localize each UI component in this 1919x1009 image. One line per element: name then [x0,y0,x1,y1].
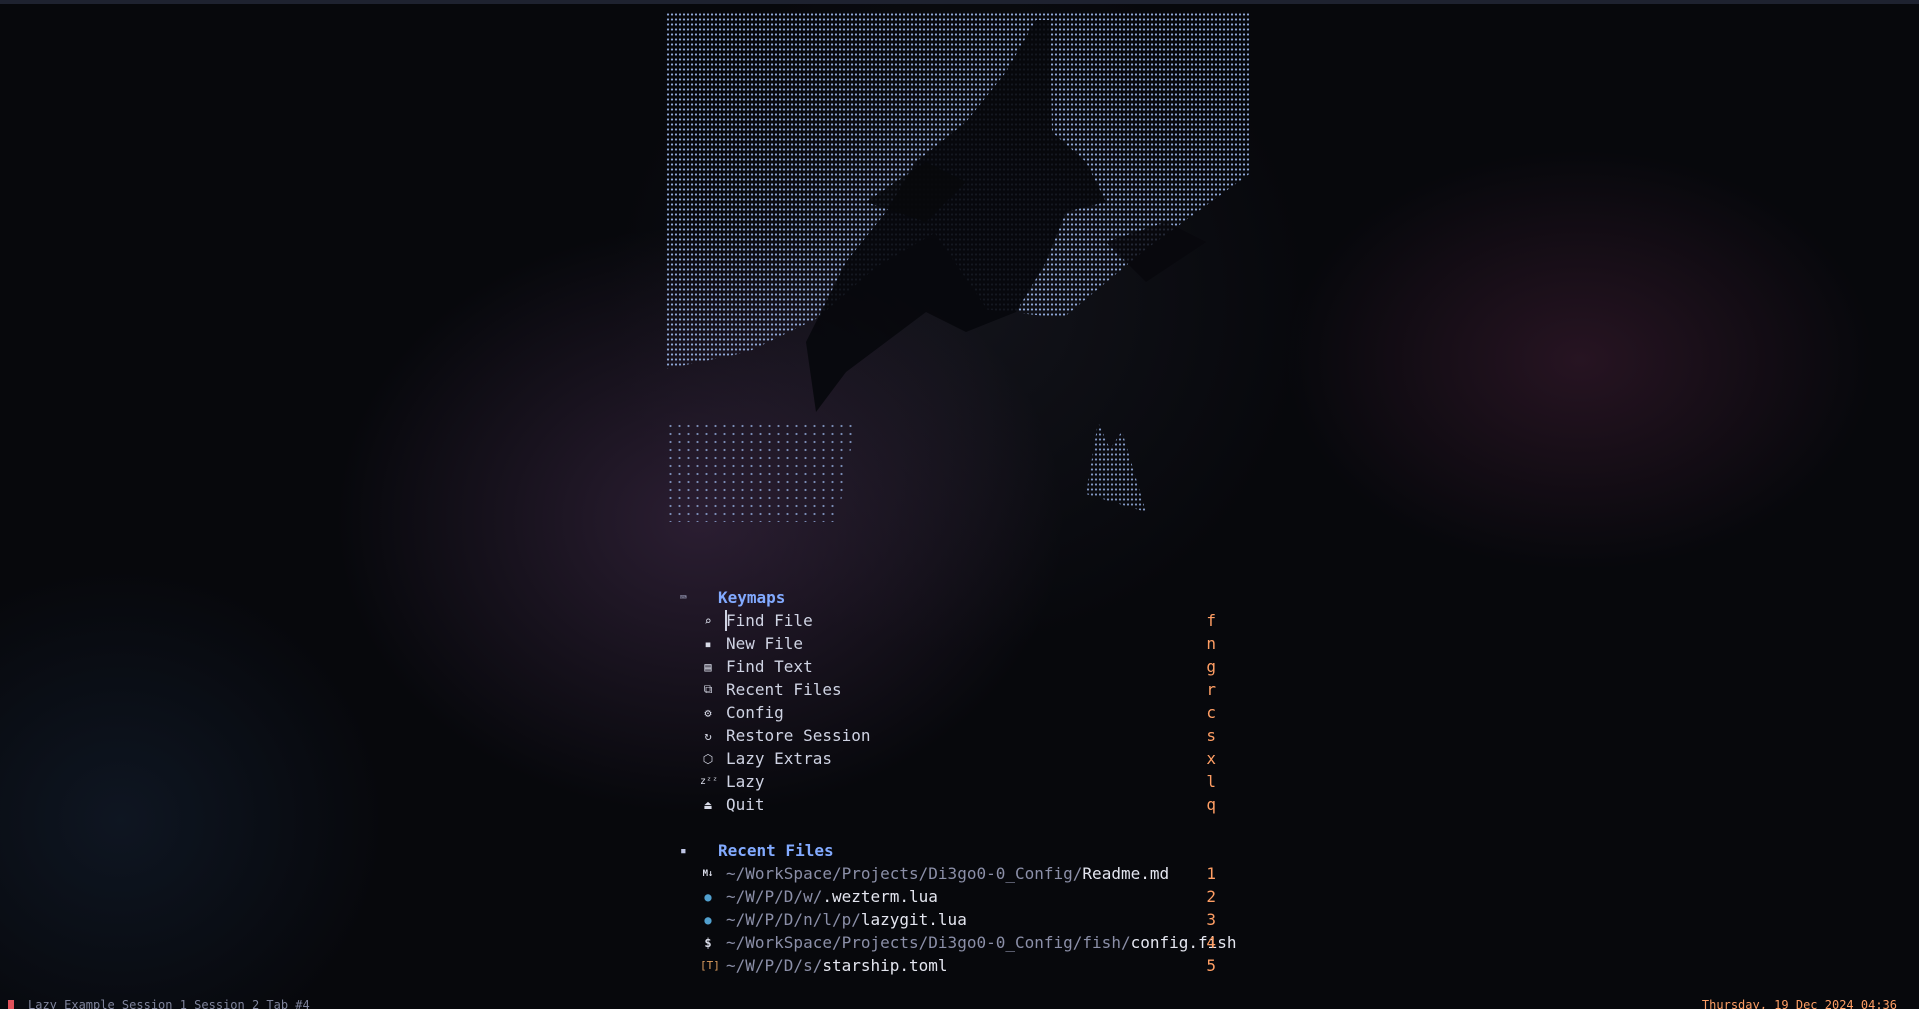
keymap-label: Config [726,703,784,722]
keymap-label: Restore Session [726,726,871,745]
recent-file-shortcut: 2 [1206,887,1216,906]
keymap-find-text[interactable]: ▤ Find Text g [700,655,1240,678]
keymap-shortcut: c [1206,703,1216,722]
box-icon: ⬡ [702,751,714,766]
recent-file-shortcut: 3 [1206,910,1216,929]
keymap-label: New File [726,634,804,653]
restore-icon: ↻ [704,728,712,743]
markdown-icon: M↓ [702,868,714,879]
text-icon: ▤ [704,659,712,674]
keymap-label: Recent Files [726,680,842,699]
keymap-shortcut: l [1206,772,1216,791]
toml-icon: [T] [700,959,720,972]
keymap-recent-files[interactable]: ⧉ Recent Files r [700,678,1240,701]
recent-files-title: Recent Files [718,841,834,860]
window-top-border [0,0,1919,4]
keymap-restore-session[interactable]: ↻ Restore Session s [700,724,1240,747]
recent-file-path: ~/W/P/D/n/l/p/lazygit.lua [726,910,967,929]
recent-file-3[interactable]: ● ~/W/P/D/n/l/p/lazygit.lua 3 [700,908,1240,931]
recent-file-path: ~/W/P/D/s/starship.toml [726,956,948,975]
recent-icon: ⧉ [703,682,713,696]
shell-icon: $ [704,935,712,950]
keymap-find-file[interactable]: ⌕ Find File f [700,609,1240,632]
file-icon: ▪ [704,636,712,651]
keymap-label: Quit [726,795,765,814]
keymap-shortcut: s [1206,726,1216,745]
keymap-shortcut: r [1206,680,1216,699]
keymaps-header: ⌨ Keymaps [680,586,785,609]
quit-icon: ⏏ [704,797,712,812]
ascii-art-header [666,12,1250,522]
keymap-lazy-extras[interactable]: ⬡ Lazy Extras x [700,747,1240,770]
keymap-shortcut: n [1206,634,1216,653]
keymap-label: Find Text [726,657,813,676]
recent-file-shortcut: 1 [1206,864,1216,883]
recent-file-2[interactable]: ● ~/W/P/D/w/.wezterm.lua 2 [700,885,1240,908]
keymap-lazy[interactable]: zᶻᶻ Lazy l [700,770,1240,793]
recent-file-1[interactable]: M↓ ~/WorkSpace/Projects/Di3go0-0_Config/… [700,862,1240,885]
recent-file-path: ~/WorkSpace/Projects/Di3go0-0_Config/fis… [726,933,1237,952]
keymap-label: Lazy Extras [726,749,832,768]
recent-file-shortcut: 4 [1206,933,1216,952]
gear-icon: ⚙ [704,705,712,720]
keymap-label: Find File [726,611,813,630]
terminal-status-bar: Lazy Example Session 1 Session 2 Tab #4 … [0,998,1919,1009]
lua-icon: ● [704,912,712,927]
recent-files-header: ▪ Recent Files [680,839,834,862]
tab-list[interactable]: Lazy Example Session 1 Session 2 Tab #4 [28,998,310,1009]
keymap-shortcut: g [1206,657,1216,676]
keymap-quit[interactable]: ⏏ Quit q [700,793,1240,816]
sleep-icon: zᶻᶻ [700,776,719,787]
keymap-shortcut: f [1206,611,1216,630]
mode-indicator [8,1000,14,1009]
ascii-art-scatter-left [666,422,856,522]
file-icon: ▪ [680,844,687,857]
clock: Thursday, 19 Dec 2024 04:36 [1701,998,1897,1009]
lua-icon: ● [704,889,712,904]
keymap-config[interactable]: ⚙ Config c [700,701,1240,724]
search-icon: ⌕ [704,613,712,628]
keymap-new-file[interactable]: ▪ New File n [700,632,1240,655]
recent-file-shortcut: 5 [1206,956,1216,975]
recent-file-4[interactable]: $ ~/WorkSpace/Projects/Di3go0-0_Config/f… [700,931,1240,954]
keymaps-title: Keymaps [718,588,786,607]
keymap-shortcut: q [1206,795,1216,814]
recent-file-5[interactable]: [T] ~/W/P/D/s/starship.toml 5 [700,954,1240,977]
keymap-shortcut: x [1206,749,1216,768]
recent-file-path: ~/W/P/D/w/.wezterm.lua [726,887,938,906]
keymap-label: Lazy [726,772,765,791]
keyboard-icon: ⌨ [680,591,687,604]
recent-file-path: ~/WorkSpace/Projects/Di3go0-0_Config/Rea… [726,864,1170,883]
